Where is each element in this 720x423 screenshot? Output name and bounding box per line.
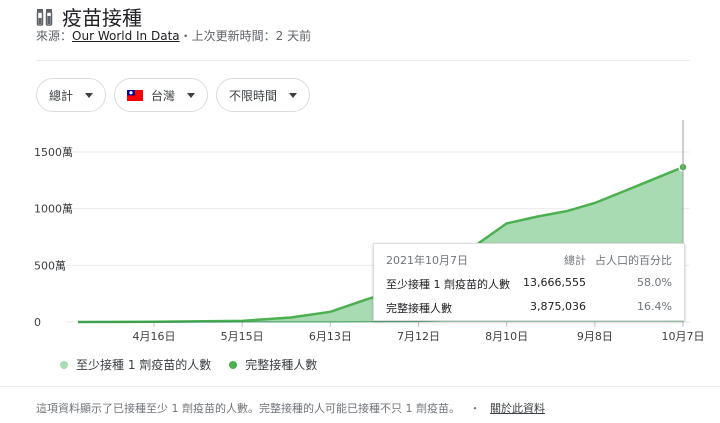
region-filter-label: 台灣 xyxy=(151,88,176,103)
chevron-down-icon xyxy=(289,92,298,98)
x-tick-label: 6月13日 xyxy=(309,330,352,343)
about-data-link[interactable]: 關於此資料 xyxy=(490,402,545,415)
vaccine-vial-icon xyxy=(36,8,53,26)
chevron-down-icon xyxy=(85,92,94,98)
source-line: 來源：Our World In Data・上次更新時間：2 天前 xyxy=(36,27,311,44)
chart-legend: 至少接種 1 劑疫苗的人數 完整接種人數 xyxy=(60,356,317,373)
footer: 這項資料顯示了已接種至少 1 劑疫苗的人數。完整接種的人可能已接種不只 1 劑疫… xyxy=(36,400,545,416)
footer-note: 這項資料顯示了已接種至少 1 劑疫苗的人數。完整接種的人可能已接種不只 1 劑疫… xyxy=(36,402,460,415)
updated-text: ・上次更新時間：2 天前 xyxy=(179,29,312,43)
y-tick-label: 1000萬 xyxy=(34,203,73,216)
total-filter-label: 總計 xyxy=(49,88,74,103)
tooltip-row-pct: 16.4% xyxy=(637,300,672,313)
footer-divider xyxy=(0,386,720,387)
y-tick-label: 500萬 xyxy=(34,259,66,272)
chart-tooltip: 2021年10月7日 總計 占人口的百分比 至少接種 1 劑疫苗的人數 13,6… xyxy=(373,243,685,321)
filter-chips: 總計 台灣 不限時間 xyxy=(36,78,311,112)
tooltip-row-label: 完整接種人數 xyxy=(386,302,452,315)
x-tick-label: 10月7日 xyxy=(662,330,705,343)
taiwan-flag-icon xyxy=(127,89,144,101)
x-tick-label: 4月16日 xyxy=(133,330,176,343)
x-tick-label: 8月10日 xyxy=(485,330,528,343)
y-tick-label: 0 xyxy=(34,316,41,329)
chevron-down-icon xyxy=(187,92,196,98)
x-tick-label: 7月12日 xyxy=(397,330,440,343)
header-divider xyxy=(36,60,690,61)
x-tick-label: 9月8日 xyxy=(577,330,613,343)
region-filter-chip[interactable]: 台灣 xyxy=(114,78,209,112)
x-tick-label: 5月15日 xyxy=(221,330,264,343)
tooltip-date: 2021年10月7日 xyxy=(386,254,468,267)
legend-dot-fully-vaccinated xyxy=(229,360,238,369)
legend-fully-vaccinated-label[interactable]: 完整接種人數 xyxy=(245,356,317,373)
y-tick-label: 1500萬 xyxy=(34,146,73,159)
tooltip-col-pct: 占人口的百分比 xyxy=(595,254,672,267)
tooltip-col-total: 總計 xyxy=(564,254,586,267)
footer-separator: ・ xyxy=(469,402,481,415)
legend-dot-first-dose xyxy=(60,360,68,369)
legend-first-dose-label[interactable]: 至少接種 1 劑疫苗的人數 xyxy=(76,356,211,373)
tooltip-row-value: 13,666,555 xyxy=(523,276,586,289)
tooltip-row-value: 3,875,036 xyxy=(530,300,586,313)
time-filter-label: 不限時間 xyxy=(229,88,278,103)
source-link[interactable]: Our World In Data xyxy=(72,29,180,43)
time-filter-chip[interactable]: 不限時間 xyxy=(216,78,311,112)
source-prefix: 來源： xyxy=(36,29,73,43)
tooltip-row-label: 至少接種 1 劑疫苗的人數 xyxy=(386,278,510,291)
tooltip-row-pct: 58.0% xyxy=(637,276,672,289)
total-filter-chip[interactable]: 總計 xyxy=(36,78,107,112)
